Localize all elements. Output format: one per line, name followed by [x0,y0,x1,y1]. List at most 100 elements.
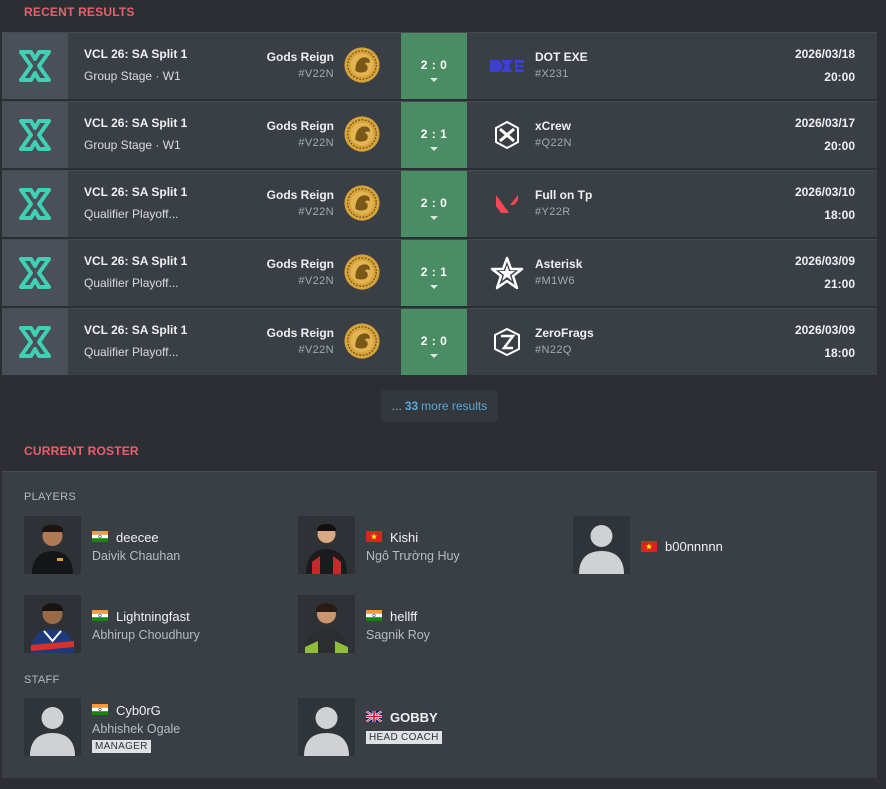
player-photo [298,516,355,574]
roster-panel: PLAYERS deecee Daivik Chauhan Kishi Ngô … [2,471,877,778]
home-team-name[interactable]: Gods Reign [267,326,334,340]
uk-flag-icon [366,711,382,722]
player-photo [298,595,355,653]
match-list: VCL 26: SA Split 1 Group Stage · W1 Gods… [2,32,877,377]
away-team-tag: #Y22R [535,206,571,218]
match-score: 2 : 0 [420,196,448,210]
player-card[interactable]: Kishi Ngô Trường Huy [298,516,558,574]
vct-challengers-icon [2,102,68,168]
vietnam-flag-icon [366,531,382,542]
more-results-button[interactable]: ... 33 more results [381,390,498,422]
event-stage: Group Stage · W1 [84,138,181,152]
gods-reign-icon [343,253,381,291]
home-team-name[interactable]: Gods Reign [267,50,334,64]
zerofrags-icon [488,323,526,361]
match-time: 20:00 [824,70,855,84]
match-row[interactable]: VCL 26: SA Split 1 Group Stage · W1 Gods… [2,32,877,99]
away-team-tag: #M1W6 [535,275,575,287]
score-box[interactable]: 2 : 0 [401,309,467,375]
staff-card[interactable]: Cyb0rG Abhishek Ogale MANAGER [24,698,284,756]
user-placeholder-icon [298,698,355,756]
gods-reign-icon [343,115,381,153]
match-row[interactable]: VCL 26: SA Split 1 Group Stage · W1 Gods… [2,101,877,168]
event-stage: Group Stage · W1 [84,69,181,83]
score-box[interactable]: 2 : 1 [401,240,467,306]
player-real-name: Daivik Chauhan [92,549,181,563]
valorant-icon [488,185,526,223]
staff-alias[interactable]: Cyb0rG [116,703,161,718]
india-flag-icon [92,610,108,621]
staff-real-name: Abhishek Ogale [92,722,181,736]
user-placeholder-icon [24,698,81,756]
chevron-down-icon[interactable] [430,285,438,289]
chevron-down-icon[interactable] [430,147,438,151]
score-box[interactable]: 2 : 1 [401,102,467,168]
player-card[interactable]: hellff Sagnik Roy [298,595,558,653]
gods-reign-icon [343,184,381,222]
players-heading: PLAYERS [24,491,77,503]
chevron-down-icon[interactable] [430,354,438,358]
player-alias[interactable]: Lightningfast [116,609,190,624]
match-date: 2026/03/09 [794,254,855,268]
vct-challengers-icon [2,240,68,306]
gods-reign-icon [343,46,381,84]
match-score: 2 : 1 [420,127,448,141]
staff-alias[interactable]: GOBBY [390,710,438,725]
score-box[interactable]: 2 : 0 [401,171,467,237]
away-team-tag: #Q22N [535,137,572,149]
match-date: 2026/03/18 [794,47,855,61]
player-alias[interactable]: hellff [390,609,417,624]
away-team-tag: #X231 [535,68,569,80]
chevron-down-icon[interactable] [430,78,438,82]
home-team-tag: #V22N [298,275,334,287]
match-score: 2 : 1 [420,265,448,279]
chevron-down-icon[interactable] [430,216,438,220]
away-team-name[interactable]: Asterisk [535,257,582,271]
event-name: VCL 26: SA Split 1 [84,323,188,337]
event-name: VCL 26: SA Split 1 [84,254,188,268]
match-date: 2026/03/17 [794,116,855,130]
player-card[interactable]: deecee Daivik Chauhan [24,516,284,574]
match-row[interactable]: VCL 26: SA Split 1 Qualifier Playoff... … [2,308,877,375]
user-placeholder-icon [573,516,630,574]
role-badge: HEAD COACH [366,731,442,744]
away-team-name[interactable]: DOT EXE [535,50,588,64]
home-team-tag: #V22N [298,206,334,218]
player-real-name: Sagnik Roy [366,628,430,642]
dot-exe-icon [488,47,526,85]
staff-card[interactable]: GOBBY HEAD COACH [298,698,558,756]
player-alias[interactable]: b00nnnnn [665,539,723,554]
vietnam-flag-icon [641,541,657,552]
india-flag-icon [92,704,108,715]
home-team-name[interactable]: Gods Reign [267,119,334,133]
vct-challengers-icon [2,33,68,99]
away-team-name[interactable]: xCrew [535,119,571,133]
more-results-prefix: ... [391,399,402,413]
player-card[interactable]: Lightningfast Abhirup Choudhury [24,595,284,653]
match-score: 2 : 0 [420,58,448,72]
player-card[interactable]: b00nnnnn [573,516,833,574]
player-alias[interactable]: deecee [116,530,159,545]
away-team-name[interactable]: Full on Tp [535,188,592,202]
player-photo [24,595,81,653]
match-row[interactable]: VCL 26: SA Split 1 Qualifier Playoff... … [2,239,877,306]
home-team-name[interactable]: Gods Reign [267,257,334,271]
player-alias[interactable]: Kishi [390,530,418,545]
event-name: VCL 26: SA Split 1 [84,185,188,199]
away-team-name[interactable]: ZeroFrags [535,326,594,340]
event-stage: Qualifier Playoff... [84,207,179,221]
home-team-tag: #V22N [298,68,334,80]
player-photo [573,516,630,574]
match-date: 2026/03/10 [794,185,855,199]
match-row[interactable]: VCL 26: SA Split 1 Qualifier Playoff... … [2,170,877,237]
match-time: 21:00 [824,277,855,291]
staff-photo [298,698,355,756]
home-team-name[interactable]: Gods Reign [267,188,334,202]
xcrew-icon [488,116,526,154]
score-box[interactable]: 2 : 0 [401,33,467,99]
match-time: 18:00 [824,346,855,360]
match-time: 20:00 [824,139,855,153]
event-stage: Qualifier Playoff... [84,345,179,359]
player-photo [24,516,81,574]
more-results-label: more results [421,399,488,413]
